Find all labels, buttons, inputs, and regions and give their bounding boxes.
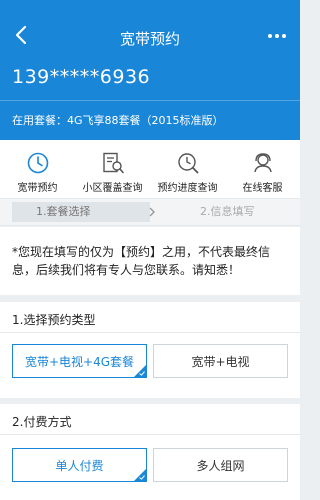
step-info-fill: 2.信息填写 (200, 205, 255, 218)
section-divider (0, 434, 300, 435)
tool-label: 预约进度查询 (157, 183, 218, 194)
tool-label: 在线客服 (242, 183, 283, 194)
option-label: 单人付费 (55, 458, 104, 473)
more-icon[interactable] (266, 26, 288, 46)
option-label: 多人组网 (196, 458, 245, 473)
tool-label: 宽带预约 (17, 183, 58, 194)
tool-coverage-query[interactable]: 小区覆盖查询 (75, 140, 150, 198)
booking-notice: *您现在填写的仅为【预约】之用，不代表最终信息，后续我们将有专人与您联系。请知悉… (0, 227, 300, 295)
document-search-icon (102, 152, 124, 174)
tool-online-service[interactable]: 在线客服 (225, 140, 300, 198)
tool-label: 小区覆盖查询 (82, 183, 143, 194)
page-title: 宽带预约 (119, 30, 180, 48)
chevron-right-icon (149, 207, 155, 217)
section-title: 1.选择预约类型 (12, 313, 96, 327)
option-group-network[interactable]: 多人组网 (153, 448, 288, 482)
check-corner-icon (134, 469, 146, 481)
option-label: 宽带+电视 (191, 354, 250, 369)
clock-icon (27, 152, 48, 174)
customer-service-icon (253, 153, 272, 173)
option-broadband-tv-4g[interactable]: 宽带+电视+4G套餐 (12, 344, 147, 378)
booking-type-section: 1.选择预约类型 宽带+电视+4G套餐 宽带+电视 (0, 302, 300, 398)
option-single-payer[interactable]: 单人付费 (12, 448, 147, 482)
payment-section: 2.付费方式 单人付费 多人组网 (0, 404, 300, 500)
header: 宽带预约 139*****6936 在用套餐：4G飞享88套餐（2015标准版） (0, 0, 300, 140)
quick-toolbar: 宽带预约 小区覆盖查询 预约进度查询 在线客服 (0, 140, 300, 198)
section-divider (0, 332, 300, 333)
option-broadband-tv[interactable]: 宽带+电视 (153, 344, 288, 378)
clock-search-icon (177, 153, 198, 174)
current-plan: 在用套餐：4G飞享88套餐（2015标准版） (12, 114, 224, 127)
step-indicator: 1.套餐选择 2.信息填写 (0, 198, 300, 226)
tool-progress-query[interactable]: 预约进度查询 (150, 140, 225, 198)
header-divider (0, 100, 300, 101)
phone-number: 139*****6936 (12, 66, 151, 88)
tool-broadband-booking[interactable]: 宽带预约 (0, 140, 75, 198)
check-corner-icon (134, 365, 146, 377)
section-title: 2.付费方式 (12, 415, 72, 429)
option-label: 宽带+电视+4G套餐 (24, 354, 135, 369)
step-package-select: 1.套餐选择 (12, 202, 150, 222)
